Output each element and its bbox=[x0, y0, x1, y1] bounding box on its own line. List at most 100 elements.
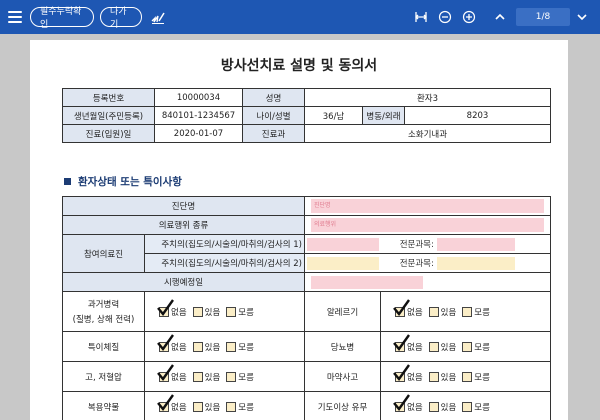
allergy-none-checkbox[interactable] bbox=[393, 298, 410, 317]
airway-yes-label: 있음 bbox=[440, 402, 457, 413]
airway-label: 기도이상 유무 bbox=[304, 391, 381, 420]
patient-info-table: 등록번호 10000034 성명 환자3 생년월일(주민등록) 840101-1… bbox=[62, 88, 551, 143]
diabetes-yes-label: 있음 bbox=[440, 342, 457, 353]
diabetes-unknown-checkbox[interactable] bbox=[462, 341, 473, 352]
blood-pressure-label: 고, 저혈압 bbox=[62, 361, 145, 392]
agesex-value: 36/남 bbox=[304, 106, 363, 125]
history-sublabel: (질병, 상해 전력) bbox=[72, 315, 135, 325]
signature-icon[interactable] bbox=[150, 9, 166, 25]
required-check-button[interactable]: 필수누락확인 bbox=[30, 7, 94, 30]
menu-icon[interactable] bbox=[8, 11, 22, 23]
allergy-label: 알레르기 bbox=[304, 291, 381, 332]
drug-accident-yes-checkbox[interactable] bbox=[428, 371, 439, 382]
diabetes-options: 없음 있음 모름 bbox=[380, 331, 551, 362]
participants-label: 참여의료진 bbox=[62, 234, 145, 273]
drug-accident-none-checkbox[interactable] bbox=[393, 363, 410, 382]
primary1-input[interactable] bbox=[307, 237, 379, 251]
medication-label: 복용약물 bbox=[62, 391, 145, 420]
dept-value: 소화기내과 bbox=[304, 124, 551, 143]
drug-accident-unknown-checkbox[interactable] bbox=[462, 371, 473, 382]
exit-button[interactable]: 나가기 bbox=[100, 7, 142, 30]
history-unknown-label: 모름 bbox=[238, 307, 254, 318]
procedure-input[interactable]: 의료행위 bbox=[311, 218, 544, 232]
constitution-none-checkbox[interactable] bbox=[157, 333, 174, 352]
airway-none-checkbox[interactable] bbox=[393, 393, 410, 412]
constitution-unknown-checkbox[interactable] bbox=[226, 341, 237, 352]
diagnosis-label: 진단명 bbox=[62, 196, 305, 216]
primary2-cell: 전문과목: bbox=[304, 253, 551, 273]
agesex-label: 나이/성별 bbox=[242, 106, 305, 125]
next-page-icon[interactable] bbox=[575, 10, 589, 24]
checkmark-icon bbox=[157, 333, 174, 351]
page-indicator[interactable]: 1/8 bbox=[516, 8, 570, 26]
blood-pressure-yes-checkbox[interactable] bbox=[192, 371, 203, 382]
history-unknown-checkbox[interactable] bbox=[226, 306, 237, 317]
constitution-yes-checkbox[interactable] bbox=[192, 341, 203, 352]
blood-pressure-none-checkbox[interactable] bbox=[157, 363, 174, 382]
schedule-label: 시행예정일 bbox=[62, 272, 305, 292]
procedure-label: 의료행위 종류 bbox=[62, 215, 305, 235]
checkmark-icon bbox=[393, 363, 410, 381]
zoom-in-icon[interactable] bbox=[462, 10, 476, 24]
history-label: 과거병력 bbox=[87, 300, 120, 310]
checkmark-icon bbox=[157, 363, 174, 381]
allergy-options: 없음 있음 모름 bbox=[380, 291, 551, 332]
allergy-yes-checkbox[interactable] bbox=[428, 306, 439, 317]
constitution-unknown-label: 모름 bbox=[238, 342, 254, 353]
history-label-cell: 과거병력 (질병, 상해 전력) bbox=[62, 291, 145, 332]
allergy-unknown-checkbox[interactable] bbox=[462, 306, 473, 317]
medication-none-checkbox[interactable] bbox=[157, 393, 174, 412]
constitution-yes-label: 있음 bbox=[204, 342, 221, 353]
airway-yes-checkbox[interactable] bbox=[428, 401, 439, 412]
medication-unknown-checkbox[interactable] bbox=[226, 401, 237, 412]
procedure-cell: 의료행위 bbox=[304, 215, 551, 235]
medication-unknown-label: 모름 bbox=[238, 402, 254, 413]
blood-pressure-options: 없음 있음 모름 bbox=[144, 361, 305, 392]
visit-date-value: 2020-01-07 bbox=[154, 124, 243, 143]
checkmark-icon bbox=[157, 298, 174, 316]
diabetes-label: 당뇨병 bbox=[304, 331, 381, 362]
diabetes-none-checkbox[interactable] bbox=[393, 333, 410, 352]
blood-pressure-unknown-checkbox[interactable] bbox=[226, 371, 237, 382]
square-bullet-icon bbox=[64, 178, 71, 185]
constitution-label: 특이체질 bbox=[62, 331, 145, 362]
top-toolbar: 필수누락확인 나가기 1/8 bbox=[0, 0, 600, 34]
document-title: 방사선치료 설명 및 동의서 bbox=[220, 58, 378, 74]
name-value: 환자3 bbox=[304, 88, 551, 107]
drug-accident-options: 없음 있음 모름 bbox=[380, 361, 551, 392]
primary1-label: 주치의(집도의/시술의/마취의/검사의 1) bbox=[144, 234, 305, 254]
airway-unknown-checkbox[interactable] bbox=[462, 401, 473, 412]
birth-value: 840101-1234567 bbox=[154, 106, 243, 125]
primary2-specialty-label: 전문과목: bbox=[399, 259, 434, 269]
primary2-specialty-input[interactable] bbox=[436, 256, 515, 270]
drug-accident-yes-label: 있음 bbox=[440, 372, 457, 383]
medication-yes-label: 있음 bbox=[204, 402, 221, 413]
dept-label: 진료과 bbox=[242, 124, 305, 143]
allergy-yes-label: 있음 bbox=[440, 307, 457, 318]
fit-width-icon[interactable] bbox=[414, 10, 428, 24]
primary2-label: 주치의(집도의/시술의/마취의/검사의 2) bbox=[144, 253, 305, 273]
checkmark-icon bbox=[157, 393, 174, 411]
diabetes-yes-checkbox[interactable] bbox=[428, 341, 439, 352]
birth-label: 생년월일(주민등록) bbox=[62, 106, 155, 125]
primary2-input[interactable] bbox=[307, 256, 379, 270]
checkmark-icon bbox=[393, 333, 410, 351]
history-none-checkbox[interactable] bbox=[157, 298, 174, 317]
airway-unknown-label: 모름 bbox=[474, 402, 490, 413]
previous-page-icon[interactable] bbox=[493, 10, 507, 24]
diagnosis-input[interactable]: 진단명 bbox=[311, 199, 544, 213]
diagnosis-cell: 진단명 bbox=[304, 196, 551, 216]
ward-value: 8203 bbox=[404, 106, 551, 125]
primary1-specialty-input[interactable] bbox=[436, 237, 515, 251]
primary1-specialty-label: 전문과목: bbox=[399, 240, 434, 250]
zoom-out-icon[interactable] bbox=[438, 10, 452, 24]
allergy-unknown-label: 모름 bbox=[474, 307, 490, 318]
patient-status-table: 진단명 진단명 의료행위 종류 의료행위 참여의료진 주치의(집도의/시술의/마… bbox=[62, 196, 551, 420]
medication-yes-checkbox[interactable] bbox=[192, 401, 203, 412]
section-title: 환자상태 또는 특이사항 bbox=[78, 176, 182, 188]
blood-pressure-yes-label: 있음 bbox=[204, 372, 221, 383]
schedule-cell bbox=[304, 272, 551, 292]
schedule-input[interactable] bbox=[311, 275, 423, 289]
checkmark-icon bbox=[393, 298, 410, 316]
history-yes-checkbox[interactable] bbox=[192, 306, 203, 317]
